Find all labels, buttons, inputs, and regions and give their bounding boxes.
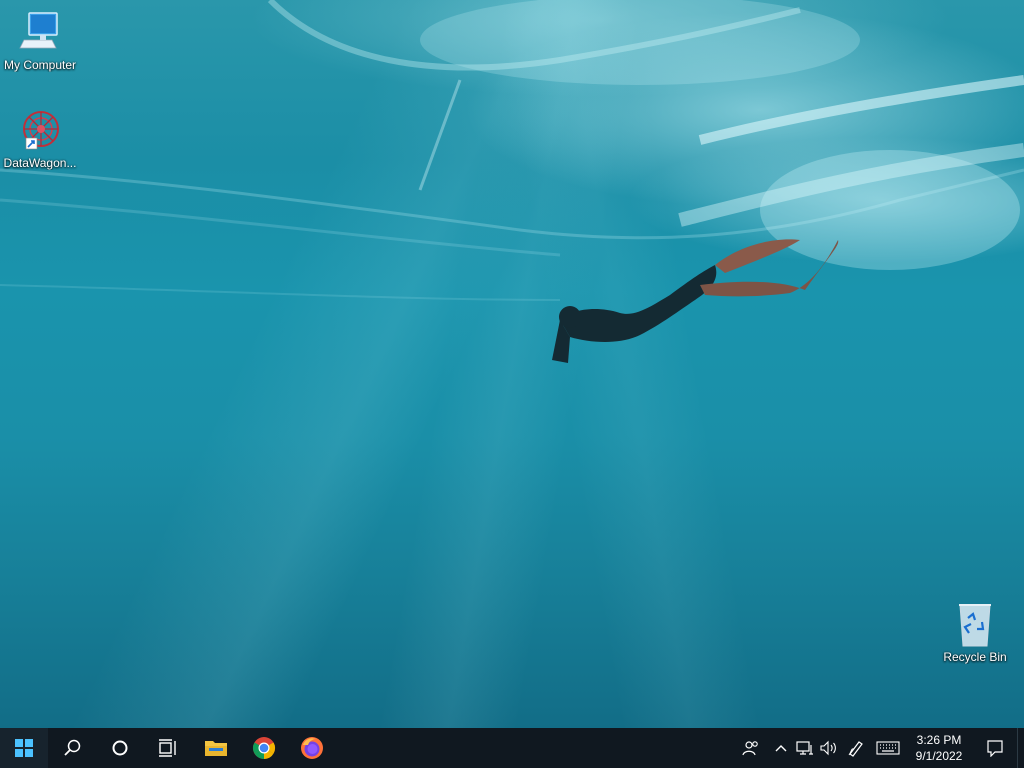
touch-keyboard-button[interactable]: [871, 728, 905, 768]
cortana-circle-icon: [112, 740, 128, 756]
freediver-silhouette: [552, 239, 839, 363]
taskbar: 3:26 PM 9/1/2022: [0, 728, 1024, 768]
start-button[interactable]: [0, 728, 48, 768]
light-rays: [0, 0, 1024, 728]
firefox-icon: [301, 737, 323, 759]
task-view-icon: [159, 739, 176, 757]
clock-time: 3:26 PM: [916, 733, 962, 747]
chevron-up-icon: [775, 745, 787, 752]
volume-button[interactable]: [817, 728, 841, 768]
file-explorer-button[interactable]: [192, 728, 240, 768]
desktop-icon-label: Recycle Bin: [943, 650, 1007, 664]
computer-icon: [16, 10, 64, 56]
desktop-icon-recycle-bin[interactable]: Recycle Bin: [935, 602, 1015, 664]
windows-logo-icon: [15, 739, 33, 757]
show-hidden-icons-button[interactable]: [769, 728, 793, 768]
chrome-icon: [253, 737, 275, 759]
search-button[interactable]: [48, 728, 96, 768]
water-surface-waves: [0, 0, 1024, 301]
pen-icon: [848, 741, 863, 757]
search-icon: [64, 739, 81, 756]
action-center-button[interactable]: [973, 728, 1017, 768]
cortana-button[interactable]: [96, 728, 144, 768]
clock-date: 9/1/2022: [915, 749, 963, 763]
keyboard-icon: [876, 741, 900, 755]
desktop-icon-label: DataWagon...: [3, 156, 77, 170]
system-tray: 3:26 PM 9/1/2022: [733, 728, 1024, 768]
task-view-button[interactable]: [144, 728, 192, 768]
people-button[interactable]: [733, 728, 769, 768]
clock[interactable]: 3:26 PM 9/1/2022: [905, 728, 973, 768]
network-button[interactable]: [793, 728, 817, 768]
datawagon-icon: [16, 108, 64, 154]
recycle-bin-icon: [951, 602, 999, 648]
desktop-icon-my-computer[interactable]: My Computer: [0, 10, 80, 72]
pen-workspace-button[interactable]: [841, 728, 871, 768]
desktop-wallpaper: [0, 0, 1024, 728]
show-desktop-button[interactable]: [1017, 728, 1024, 768]
firefox-button[interactable]: [288, 728, 336, 768]
network-icon: [796, 741, 813, 755]
people-icon: [742, 741, 758, 756]
chrome-button[interactable]: [240, 728, 288, 768]
action-center-icon: [987, 740, 1003, 757]
desktop-icon-datawagon[interactable]: DataWagon...: [0, 108, 80, 170]
desktop-icon-label: My Computer: [3, 58, 77, 72]
folder-icon: [205, 741, 227, 756]
volume-icon: [820, 740, 836, 756]
